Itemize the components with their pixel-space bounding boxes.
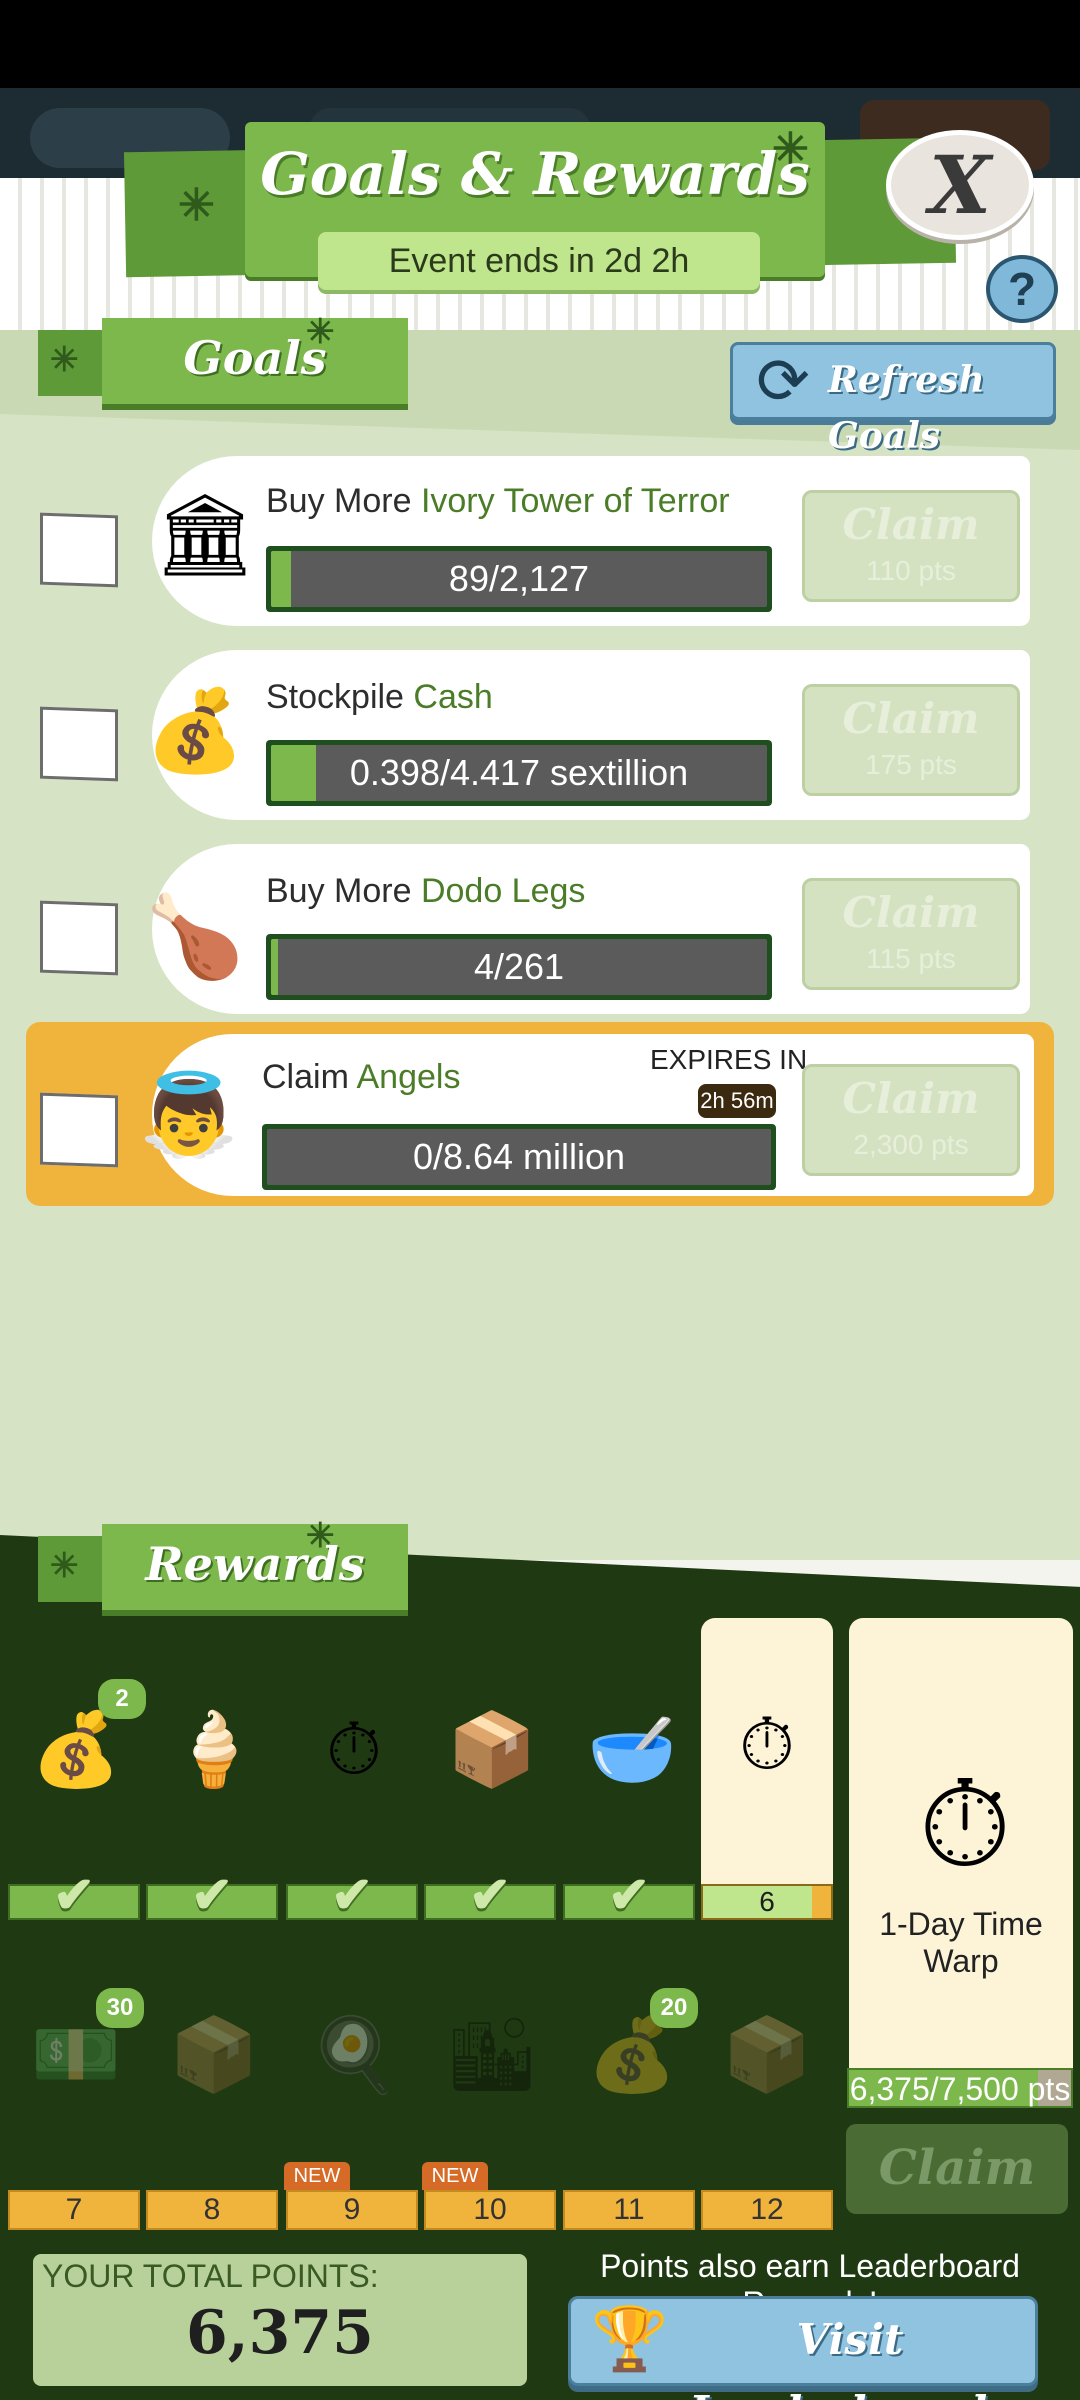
total-points-value: 6,375	[186, 2298, 374, 2368]
claim-button[interactable]: Claim 2,300 pts	[802, 1064, 1020, 1176]
event-timer: Event ends in 2d 2h	[318, 232, 760, 290]
rewards-section-title: Rewards	[102, 1524, 408, 1610]
checkmark-icon: ✔	[331, 1867, 373, 1923]
refresh-goals-label: Refresh Goals	[828, 359, 985, 457]
claim-points: 115 pts	[866, 943, 956, 974]
starburst-icon: ✳	[306, 1517, 335, 1555]
goal-progress-bar: 0.398/4.417 sextillion	[266, 740, 772, 806]
reward-slot-number: 10	[424, 2190, 556, 2230]
checkmark-icon: ✔	[53, 1867, 95, 1923]
reward-slot-complete: ✔	[146, 1870, 278, 1920]
visit-leaderboards-label: Visit Leaderboards	[689, 2315, 1010, 2400]
reward-count-badge: 30	[96, 1988, 144, 2028]
reward-slot-number: 9	[286, 2190, 418, 2230]
checkmark-icon: ✔	[469, 1867, 511, 1923]
goal-progress-text: 89/2,127	[448, 558, 590, 599]
help-button[interactable]: ?	[986, 255, 1058, 323]
goal-progress-bar: 0/8.64 million	[262, 1124, 776, 1190]
status-bar	[0, 0, 1080, 88]
expires-timer: 2h 56m	[698, 1084, 776, 1118]
reward-count-badge: 2	[98, 1679, 146, 1719]
new-tag: NEW	[422, 2162, 488, 2190]
expires-label: EXPIRES IN	[650, 1044, 808, 1075]
reward-slot-complete: ✔	[563, 1870, 695, 1920]
grand-reward-progress: 6,375/7,500 pts	[847, 2068, 1073, 2108]
claim-button[interactable]: Claim 115 pts	[802, 878, 1020, 990]
angel-icon: 👼	[139, 1070, 239, 1159]
reward-slot-number: 11	[563, 2190, 695, 2230]
reward-count-badge: 20	[650, 1988, 698, 2028]
popsicle-icon: 🍦	[169, 1710, 259, 1790]
goal-progress-text: 0.398/4.417 sextillion	[349, 752, 689, 793]
time-warp-icon: ⏱	[918, 1758, 1012, 1892]
goal-progress-bar: 89/2,127	[266, 546, 772, 612]
crate-icon: 📦	[447, 1710, 537, 1790]
total-points-label: YOUR TOTAL POINTS:	[42, 2258, 379, 2294]
reward-slot-number: 12	[701, 2190, 833, 2230]
starburst-icon: ✳	[306, 313, 335, 351]
starburst-icon: ✳	[50, 1547, 79, 1585]
close-button[interactable]: X	[886, 130, 1034, 240]
new-tag: NEW	[284, 2162, 350, 2190]
checkmark-icon: ✔	[191, 1867, 233, 1923]
goal-progress-bar: 4/261	[266, 934, 772, 1000]
goal-title: Claim Angels	[262, 1058, 461, 1096]
time-warp-icon: ⏱	[738, 1705, 796, 1785]
goal-checkbox[interactable]	[40, 900, 118, 976]
reward-slot-complete: ✔	[286, 1870, 418, 1920]
reward-slot-current: 6	[701, 1884, 833, 1920]
checkmark-icon: ✔	[608, 1867, 650, 1923]
bowl-icon: 🥣	[587, 1710, 677, 1790]
dodo-leg-icon: 🍗	[145, 892, 245, 981]
trophy-icon: 🏆	[591, 2305, 669, 2374]
goal-checkbox[interactable]	[40, 1092, 118, 1168]
ivory-tower-icon: 🏛	[154, 490, 256, 579]
claim-button[interactable]: Claim 175 pts	[802, 684, 1020, 796]
money-bags-icon: 💰	[145, 686, 245, 775]
reward-slot-number: 8	[146, 2190, 278, 2230]
goal-checkbox[interactable]	[40, 512, 118, 588]
goal-title: Buy More Ivory Tower of Terror	[266, 482, 730, 520]
reward-slot-number: 7	[8, 2190, 140, 2230]
goal-title: Buy More Dodo Legs	[266, 872, 586, 910]
goals-section-title: Goals	[102, 318, 408, 404]
claim-points: 2,300 pts	[853, 1129, 969, 1160]
frying-pan-icon: 🍳	[309, 2015, 399, 2095]
claim-button[interactable]: Claim 110 pts	[802, 490, 1020, 602]
claim-points: 175 pts	[865, 749, 957, 780]
claim-points: 110 pts	[866, 555, 956, 586]
goal-title: Stockpile Cash	[266, 678, 493, 716]
goal-checkbox[interactable]	[40, 706, 118, 782]
grand-reward-label: 1-Day Time Warp	[879, 1906, 1043, 1979]
page-title: Goals & Rewards	[260, 140, 810, 208]
grand-reward-progress-text: 6,375/7,500 pts	[849, 2071, 1071, 2107]
reward-slot-complete: ✔	[424, 1870, 556, 1920]
starburst-icon: ✳	[50, 341, 79, 379]
time-warp-icon: ⏱	[325, 1710, 383, 1790]
crate-icon: 📦	[722, 2015, 812, 2095]
refresh-icon: ⟳	[756, 345, 810, 417]
reward-slot-complete: ✔	[8, 1870, 140, 1920]
city-icon: 🏙	[446, 2015, 538, 2095]
starburst-icon: ✳	[178, 181, 215, 230]
goal-progress-text: 4/261	[473, 946, 565, 987]
goal-progress-text: 0/8.64 million	[412, 1136, 626, 1177]
crate-icon: 📦	[169, 2015, 259, 2095]
grand-claim-button[interactable]: Claim	[846, 2124, 1068, 2214]
